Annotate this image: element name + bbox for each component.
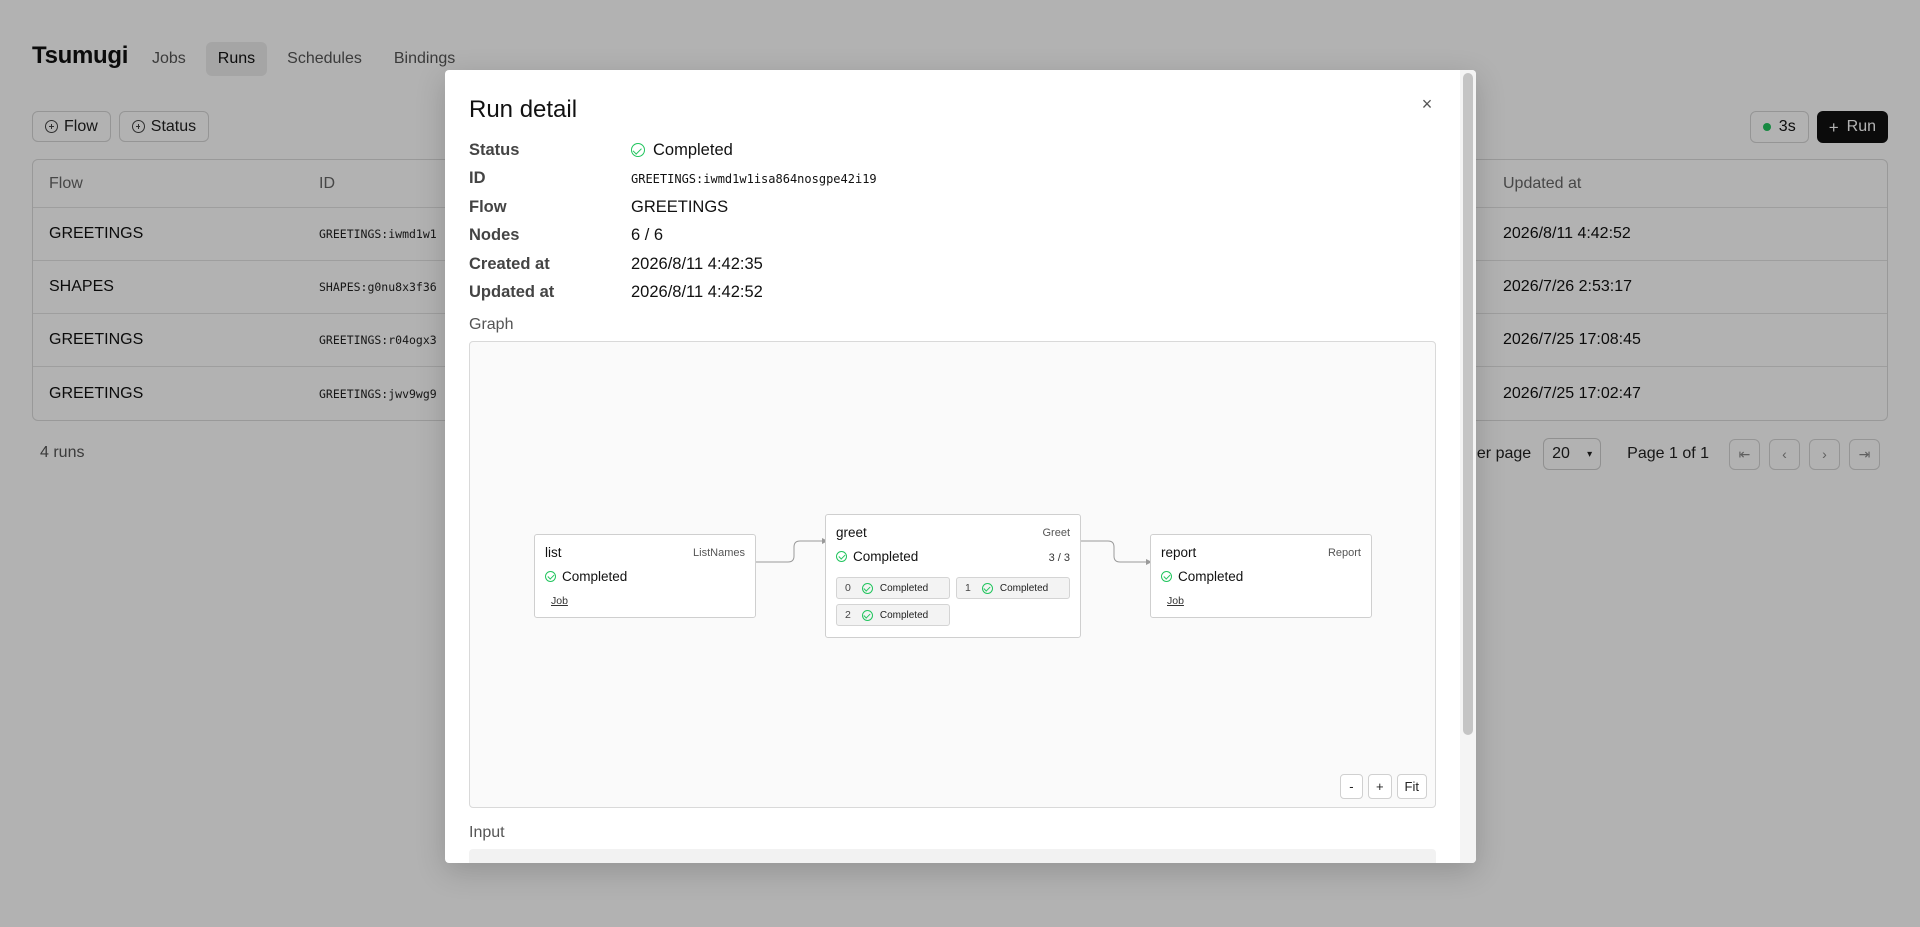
- run-details: Status Completed ID GREETINGS:iwmd1w1isa…: [469, 136, 877, 307]
- chip-status: Completed: [879, 609, 929, 621]
- chip-index: 0: [845, 582, 851, 594]
- node-status: Completed: [545, 569, 627, 584]
- fit-view-button[interactable]: Fit: [1396, 774, 1427, 799]
- item-chip[interactable]: 1 Completed: [956, 577, 1070, 599]
- input-json-block: [469, 849, 1436, 863]
- flow-graph[interactable]: list ListNames Completed Job greet Greet…: [469, 341, 1436, 808]
- edge-greet-report: [1081, 540, 1150, 563]
- created-label: Created at: [469, 254, 550, 273]
- graph-node-report[interactable]: report Report Completed Job: [1150, 534, 1372, 618]
- id-value: GREETINGS:iwmd1w1isa864nosgpe42i19: [631, 171, 877, 186]
- updated-label: Updated at: [469, 283, 555, 302]
- detail-flow: Flow GREETINGS: [469, 193, 877, 222]
- chip-status: Completed: [999, 582, 1049, 594]
- detail-updated-at: Updated at 2026/8/11 4:42:52: [469, 279, 877, 308]
- nodes-value: 6 / 6: [631, 226, 664, 245]
- edge-list-greet: [756, 540, 826, 563]
- nodes-label: Nodes: [469, 226, 520, 245]
- item-chip[interactable]: 0 Completed: [836, 577, 950, 599]
- updated-value: 2026/8/11 4:42:52: [631, 283, 763, 302]
- node-name: report: [1161, 545, 1197, 560]
- check-circle-icon: [1161, 571, 1172, 582]
- zoom-in-button[interactable]: +: [1367, 774, 1392, 799]
- detail-id: ID GREETINGS:iwmd1w1isa864nosgpe42i19: [469, 165, 877, 194]
- chip-index: 2: [845, 609, 851, 621]
- detail-created-at: Created at 2026/8/11 4:42:35: [469, 250, 877, 279]
- check-circle-icon: [861, 582, 873, 594]
- status-label: Status: [469, 140, 520, 159]
- zoom-out-button[interactable]: -: [1339, 774, 1363, 799]
- flow-label: Flow: [469, 197, 507, 216]
- close-icon: ×: [1421, 93, 1433, 114]
- item-chip[interactable]: 2 Completed: [836, 604, 950, 626]
- graph-node-greet[interactable]: greet Greet Completed 3 / 3 0 Completed …: [825, 514, 1081, 638]
- input-section-label: Input: [469, 824, 505, 841]
- detail-status: Status Completed: [469, 136, 877, 165]
- node-job-link[interactable]: Job: [1167, 595, 1184, 607]
- graph-node-list[interactable]: list ListNames Completed Job: [534, 534, 756, 618]
- check-circle-icon: [981, 582, 993, 594]
- node-job-link[interactable]: Job: [551, 595, 568, 607]
- id-label: ID: [469, 169, 486, 188]
- node-status: Completed: [836, 549, 918, 564]
- check-circle-icon: [836, 551, 847, 562]
- node-name: list: [545, 545, 562, 560]
- graph-zoom-controls: - + Fit: [1339, 774, 1427, 799]
- check-circle-icon: [545, 571, 556, 582]
- node-type: Greet: [1042, 527, 1070, 539]
- node-name: greet: [836, 525, 867, 540]
- node-type: Report: [1327, 547, 1361, 559]
- node-type: ListNames: [693, 547, 745, 559]
- node-status-text: Completed: [853, 549, 919, 564]
- chip-index: 1: [965, 582, 971, 594]
- dialog-scrollbar-thumb[interactable]: [1463, 73, 1473, 735]
- flow-value: GREETINGS: [631, 197, 729, 216]
- status-value-wrap: Completed: [631, 141, 733, 160]
- created-value: 2026/8/11 4:42:35: [631, 254, 763, 273]
- node-status-text: Completed: [562, 569, 628, 584]
- graph-section-label: Graph: [469, 316, 514, 333]
- check-circle-icon: [631, 143, 645, 158]
- close-button[interactable]: ×: [1415, 92, 1439, 116]
- dialog-title: Run detail: [469, 96, 578, 123]
- node-status-text: Completed: [1178, 569, 1244, 584]
- run-detail-dialog: Run detail × Status Completed ID GREETIN…: [445, 70, 1476, 863]
- check-circle-icon: [861, 609, 873, 621]
- status-value: Completed: [653, 140, 733, 159]
- detail-nodes: Nodes 6 / 6: [469, 222, 877, 251]
- node-status: Completed: [1161, 569, 1243, 584]
- node-progress: 3 / 3: [1048, 552, 1070, 564]
- chip-status: Completed: [879, 582, 929, 594]
